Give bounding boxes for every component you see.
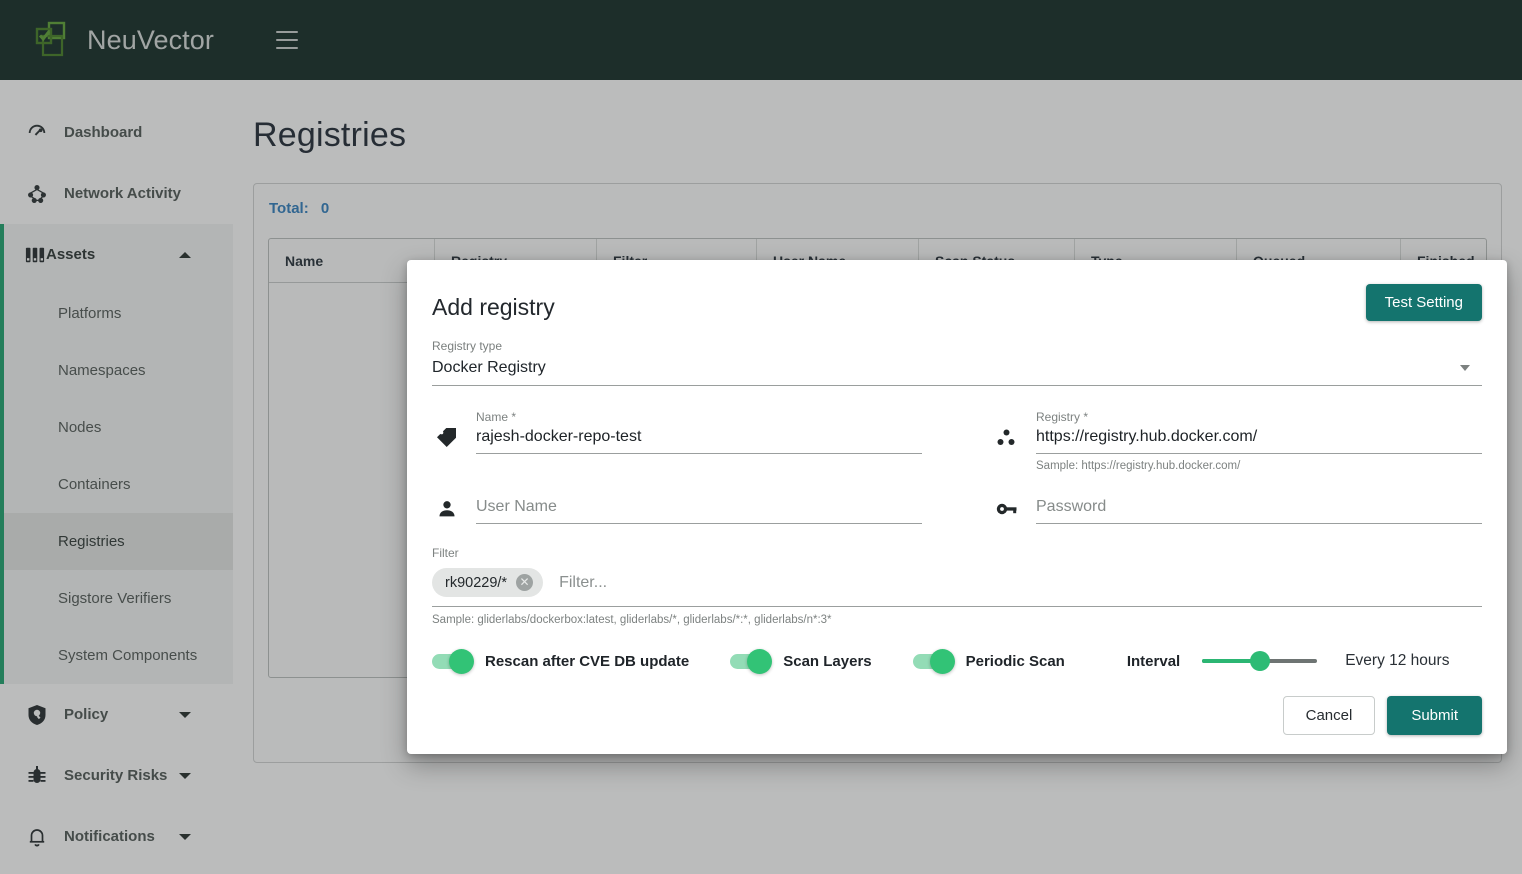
toggle-periodic-scan[interactable]: Periodic Scan — [912, 648, 1065, 674]
filter-block: Filter rk90229/* ✕ Filter... Sample: gli… — [432, 546, 1482, 626]
toggle-scan-layers[interactable]: Scan Layers — [730, 648, 872, 674]
person-icon — [432, 494, 462, 524]
toggle-label: Periodic Scan — [965, 652, 1065, 670]
name-field-label: Name * — [476, 410, 517, 424]
tag-icon — [432, 424, 462, 454]
registry-field-label: Registry * — [1036, 410, 1089, 424]
username-field[interactable]: User Name — [476, 494, 922, 524]
toggle-switch[interactable] — [432, 648, 474, 674]
test-setting-button[interactable]: Test Setting — [1365, 284, 1482, 321]
interval-slider-thumb[interactable] — [1249, 651, 1270, 671]
add-registry-dialog: Add registry Test Setting Registry type … — [407, 260, 1507, 754]
dialog-title: Add registry — [432, 294, 555, 320]
screen: NeuVector Dashboard Network Activity Ass… — [0, 0, 1522, 874]
interval-value-text: Every 12 hours — [1345, 652, 1450, 669]
registry-type-select[interactable]: Registry type Docker Registry — [432, 339, 1482, 386]
registry-field[interactable]: Registry * https://registry.hub.docker.c… — [1036, 410, 1482, 454]
password-field-placeholder[interactable]: Password — [1036, 494, 1482, 524]
toggle-switch[interactable] — [730, 648, 773, 674]
username-column: User Name — [432, 494, 922, 524]
registry-column: Registry * https://registry.hub.docker.c… — [992, 410, 1482, 472]
name-field[interactable]: Name * rajesh-docker-repo-test — [476, 410, 922, 454]
toggle-knob — [929, 648, 955, 674]
key-icon — [992, 494, 1022, 524]
submit-button[interactable]: Submit — [1387, 696, 1482, 735]
name-field-value[interactable]: rajesh-docker-repo-test — [476, 424, 922, 454]
credentials-row: User Name Password — [432, 494, 1482, 524]
registry-field-hint: Sample: https://registry.hub.docker.com/ — [1036, 460, 1241, 472]
dialog-footer: Cancel Submit — [432, 696, 1482, 735]
chevron-down-icon[interactable] — [1460, 365, 1470, 371]
name-column: Name * rajesh-docker-repo-test — [432, 410, 922, 472]
name-registry-row: Name * rajesh-docker-repo-test Registry … — [432, 410, 1482, 472]
filter-chip-label: rk90229/* — [445, 574, 508, 591]
username-field-placeholder[interactable]: User Name — [476, 494, 922, 524]
registry-type-value: Docker Registry — [432, 353, 1482, 386]
filter-chip[interactable]: rk90229/* ✕ — [432, 568, 544, 597]
close-circle-icon[interactable]: ✕ — [516, 574, 534, 591]
toggle-rescan-after-cve-db-update[interactable]: Rescan after CVE DB update — [432, 648, 690, 674]
filter-chip-list[interactable]: rk90229/* ✕ Filter... — [432, 562, 1482, 607]
interval-control: Interval Every 12 hours — [1126, 651, 1450, 671]
toggle-knob — [747, 648, 773, 674]
scan-options-row: Rescan after CVE DB update Scan Layers P… — [432, 648, 1482, 674]
cancel-button[interactable]: Cancel — [1282, 696, 1376, 735]
hub-dots-icon — [992, 424, 1022, 454]
filter-hint: Sample: gliderlabs/dockerbox:latest, gli… — [432, 614, 832, 626]
filter-label: Filter — [432, 546, 459, 560]
registry-type-label: Registry type — [432, 339, 503, 353]
toggle-knob — [449, 648, 474, 674]
toggle-label: Scan Layers — [783, 652, 872, 670]
dialog-header: Add registry Test Setting — [432, 284, 1482, 321]
toggle-switch[interactable] — [912, 648, 955, 674]
interval-slider[interactable] — [1202, 651, 1318, 671]
password-column: Password — [992, 494, 1482, 524]
password-field[interactable]: Password — [1036, 494, 1482, 524]
registry-field-value[interactable]: https://registry.hub.docker.com/ — [1036, 424, 1482, 454]
interval-label: Interval — [1126, 652, 1181, 670]
toggle-label: Rescan after CVE DB update — [485, 652, 690, 670]
filter-input[interactable]: Filter... — [547, 574, 1482, 592]
